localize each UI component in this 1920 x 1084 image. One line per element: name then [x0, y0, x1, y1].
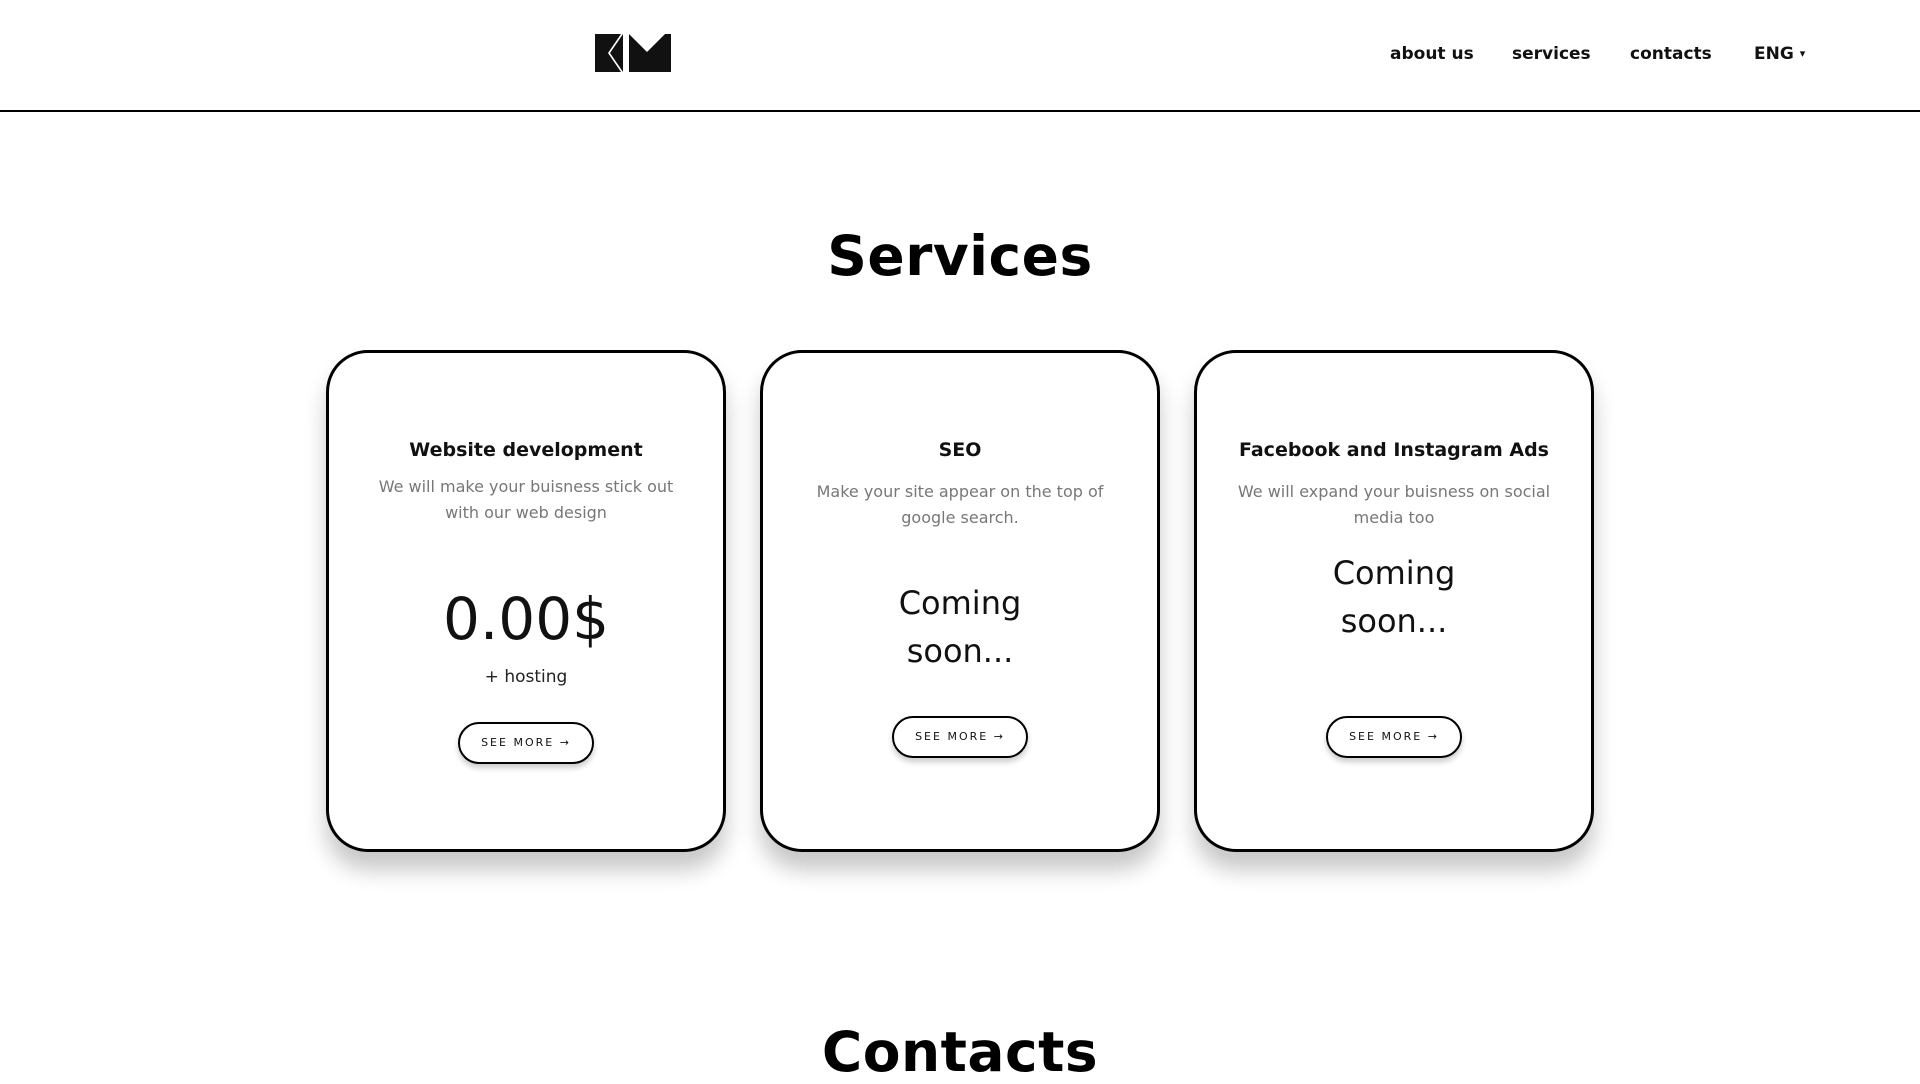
- coming-soon-line-2: soon...: [1340, 602, 1448, 640]
- services-heading: Services: [827, 224, 1093, 288]
- contacts-heading: Contacts: [821, 1020, 1099, 1084]
- coming-soon-line-1: Coming: [1332, 554, 1456, 592]
- language-selector[interactable]: ENG ▾: [1754, 44, 1805, 64]
- nav-about-us[interactable]: about us: [1390, 44, 1474, 64]
- caret-down-icon: ▾: [1799, 47, 1806, 60]
- see-more-button[interactable]: SEE MORE →: [892, 716, 1028, 758]
- service-card-seo: SEO Make your site appear on the top of …: [760, 350, 1160, 852]
- km-logo[interactable]: [595, 34, 671, 72]
- site-header: about us services contacts ENG ▾: [0, 0, 1920, 112]
- card-price-note: + hosting: [484, 667, 568, 687]
- see-more-button[interactable]: SEE MORE →: [1326, 716, 1462, 758]
- card-description: We will expand your buisness on social m…: [1237, 482, 1551, 527]
- service-card-website: Website development We will make your bu…: [326, 350, 726, 852]
- service-card-social-ads: Facebook and Instagram Ads We will expan…: [1194, 350, 1594, 852]
- card-description: We will make your buisness stick out wit…: [378, 477, 674, 522]
- language-label: ENG: [1754, 44, 1794, 64]
- nav-contacts[interactable]: contacts: [1630, 44, 1712, 64]
- card-title: SEO: [938, 439, 982, 461]
- card-description: Make your site appear on the top of goog…: [816, 482, 1104, 527]
- card-title: Facebook and Instagram Ads: [1239, 439, 1549, 461]
- coming-soon-line-1: Coming: [898, 584, 1022, 622]
- nav-services[interactable]: services: [1512, 44, 1591, 64]
- coming-soon-line-2: soon...: [906, 632, 1014, 670]
- see-more-button[interactable]: SEE MORE →: [458, 722, 594, 764]
- card-title: Website development: [409, 439, 643, 461]
- card-price: 0.00$: [442, 585, 610, 653]
